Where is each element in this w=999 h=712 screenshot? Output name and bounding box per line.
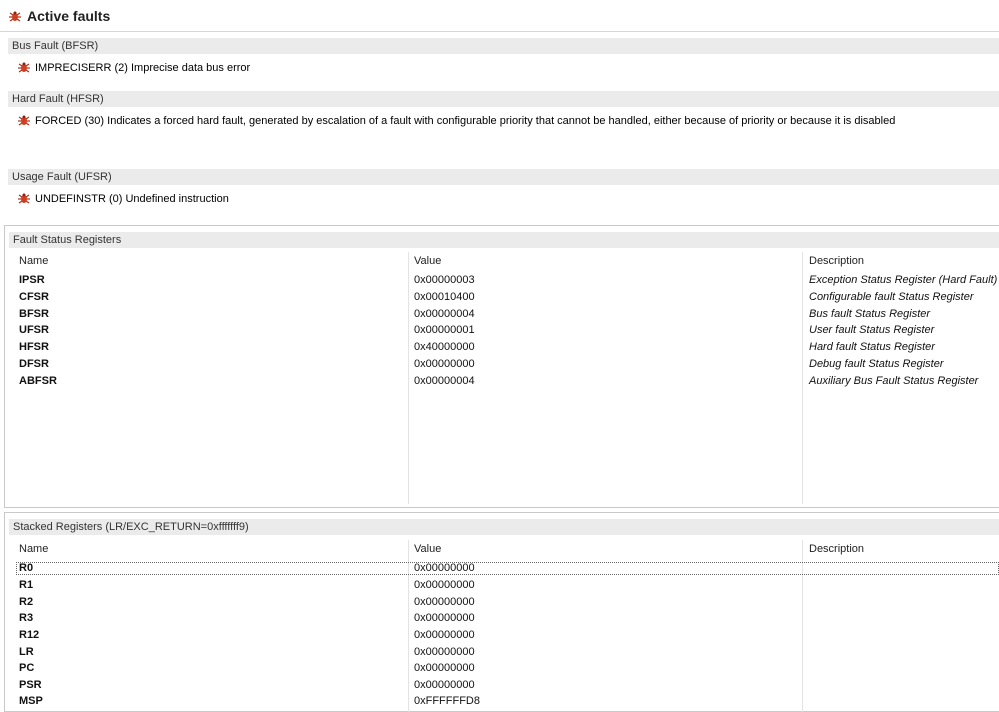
register-name[interactable]: LR (19, 646, 34, 658)
fault-code: IMPRECISERR (35, 62, 112, 74)
title-divider (0, 31, 999, 32)
fault-text: Imprecise data bus error (130, 62, 251, 74)
register-description: Exception Status Register (Hard Fault) (809, 274, 998, 286)
selected-row-focus[interactable] (16, 562, 999, 575)
bus-fault-header[interactable]: Bus Fault (BFSR) (8, 38, 999, 54)
register-description: User fault Status Register (809, 324, 935, 336)
register-value: 0x00000004 (414, 375, 475, 387)
register-name: UFSR (19, 324, 49, 336)
column-header-description[interactable]: Description (809, 543, 864, 555)
register-name[interactable]: R2 (19, 596, 33, 608)
register-value: 0x00010400 (414, 291, 475, 303)
register-value: 0x00000003 (414, 274, 475, 286)
register-value: 0x00000001 (414, 324, 475, 336)
register-name[interactable]: R0 (19, 562, 33, 574)
register-name[interactable]: R3 (19, 612, 33, 624)
register-name[interactable]: PC (19, 662, 34, 674)
register-name: DFSR (19, 358, 49, 370)
bus-fault-item[interactable]: IMPRECISERR (2) Imprecise data bus error (17, 62, 250, 74)
fault-status-header[interactable]: Fault Status Registers (9, 232, 999, 248)
register-value: 0x00000004 (414, 308, 475, 320)
fault-text: Undefined instruction (125, 193, 229, 205)
stacked-registers-panel (4, 512, 999, 712)
register-description: Bus fault Status Register (809, 308, 931, 320)
hard-fault-header[interactable]: Hard Fault (HFSR) (8, 91, 999, 107)
register-value[interactable]: 0x00000000 (414, 646, 475, 658)
page-title: Active faults (27, 8, 111, 24)
register-name: BFSR (19, 308, 49, 320)
fault-code: UNDEFINSTR (35, 193, 106, 205)
register-name[interactable]: R1 (19, 579, 33, 591)
hard-fault-item[interactable]: FORCED (30) Indicates a forced hard faul… (17, 115, 895, 127)
bug-icon (9, 11, 21, 22)
fault-code: FORCED (35, 115, 82, 127)
register-name: IPSR (19, 274, 45, 286)
bug-icon (18, 115, 30, 126)
column-header-name[interactable]: Name (19, 543, 48, 555)
register-value[interactable]: 0x00000000 (414, 579, 475, 591)
register-value[interactable]: 0x00000000 (414, 562, 475, 574)
register-value: 0x40000000 (414, 341, 475, 353)
register-value[interactable]: 0x00000000 (414, 662, 475, 674)
column-header-value[interactable]: Value (414, 255, 441, 267)
register-value[interactable]: 0x00000000 (414, 612, 475, 624)
bug-icon (18, 62, 30, 73)
register-description: Auxiliary Bus Fault Status Register (809, 375, 979, 387)
column-header-description[interactable]: Description (809, 255, 864, 267)
fault-number: (2) (114, 62, 128, 74)
register-description: Hard fault Status Register (809, 341, 935, 353)
column-header-value[interactable]: Value (414, 543, 441, 555)
register-name[interactable]: R12 (19, 629, 39, 641)
register-value[interactable]: 0x00000000 (414, 629, 475, 641)
register-value: 0x00000000 (414, 358, 475, 370)
fault-text: Indicates a forced hard fault, generated… (107, 115, 896, 127)
register-description: Debug fault Status Register (809, 358, 944, 370)
fault-number: (30) (84, 115, 105, 127)
column-divider[interactable] (802, 252, 803, 504)
stacked-registers-header[interactable]: Stacked Registers (LR/EXC_RETURN=0xfffff… (9, 519, 999, 535)
register-value[interactable]: 0xFFFFFFD8 (414, 695, 480, 707)
usage-fault-header[interactable]: Usage Fault (UFSR) (8, 169, 999, 185)
register-name[interactable]: MSP (19, 695, 43, 707)
register-value[interactable]: 0x00000000 (414, 596, 475, 608)
column-divider[interactable] (408, 252, 409, 504)
fault-number: (0) (108, 193, 123, 205)
register-name: ABFSR (19, 375, 57, 387)
register-description: Configurable fault Status Register (809, 291, 974, 303)
bug-icon (18, 193, 30, 204)
title-bar: Active faults (0, 0, 999, 32)
usage-fault-item[interactable]: UNDEFINSTR (0) Undefined instruction (17, 193, 229, 205)
column-header-name[interactable]: Name (19, 255, 48, 267)
register-value[interactable]: 0x00000000 (414, 679, 475, 691)
register-name: HFSR (19, 341, 49, 353)
register-name[interactable]: PSR (19, 679, 42, 691)
register-name: CFSR (19, 291, 49, 303)
